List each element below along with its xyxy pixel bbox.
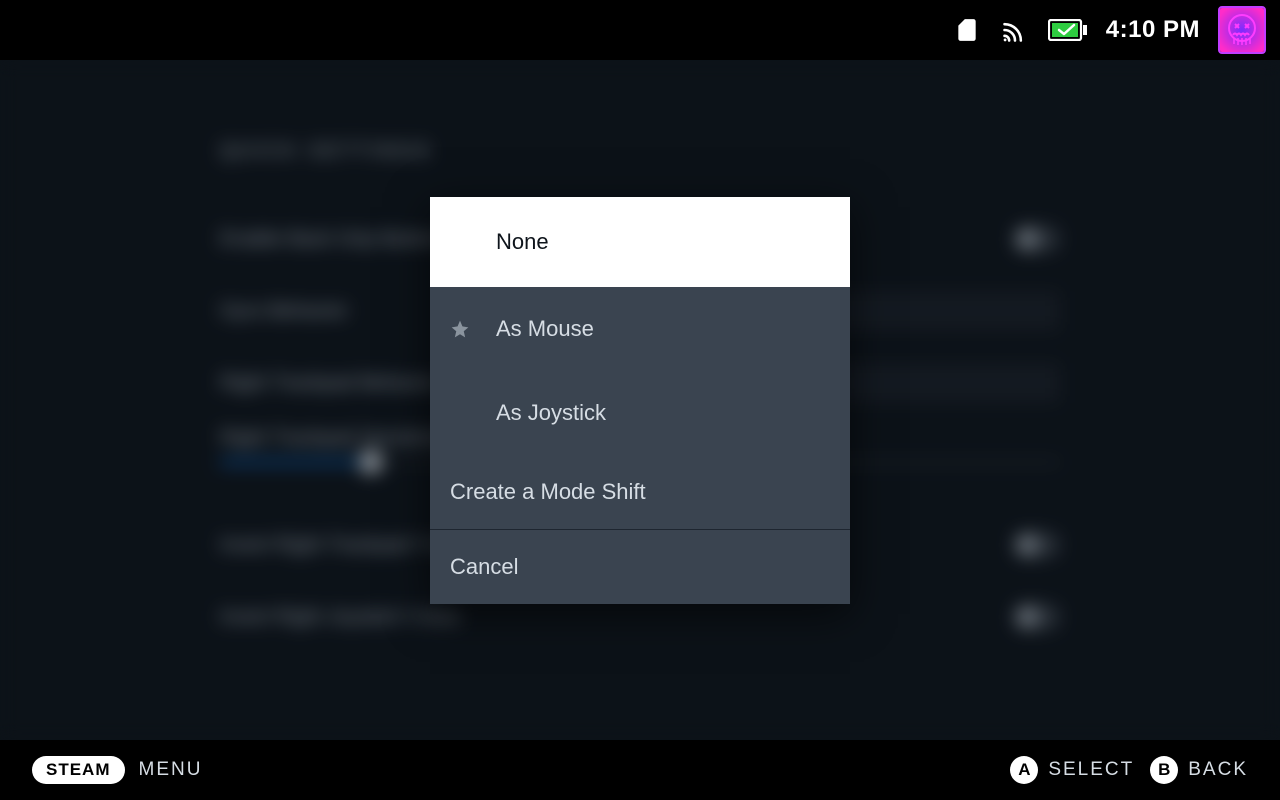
cancel-button[interactable]: Cancel [430,530,850,604]
hint-label: SELECT [1048,759,1134,781]
sd-card-icon [952,15,982,45]
option-label: None [496,229,549,255]
battery-icon [1048,15,1088,45]
hint-select: A SELECT [1010,756,1134,784]
menu-label: MENU [139,759,203,781]
option-label: As Mouse [496,316,594,342]
create-mode-shift-button[interactable]: Create a Mode Shift [430,455,850,529]
avatar[interactable] [1218,6,1266,54]
option-none[interactable]: None [430,197,850,287]
star-icon [450,319,470,339]
a-button-icon: A [1010,756,1038,784]
action-label: Create a Mode Shift [450,479,646,505]
b-button-icon: B [1150,756,1178,784]
steam-button[interactable]: STEAM [32,756,125,784]
hint-back: B BACK [1150,756,1248,784]
cast-icon [1000,15,1030,45]
action-label: Cancel [450,554,518,580]
clock: 4:10 PM [1106,16,1200,44]
option-label: As Joystick [496,400,606,426]
option-as-mouse[interactable]: As Mouse [430,287,850,371]
hint-label: BACK [1188,759,1248,781]
behavior-picker-modal: None As Mouse As Joystick Create a Mode … [430,197,850,604]
status-bar: 4:10 PM [0,0,1280,60]
footer-bar: STEAM MENU A SELECT B BACK [0,740,1280,800]
option-as-joystick[interactable]: As Joystick [430,371,850,455]
